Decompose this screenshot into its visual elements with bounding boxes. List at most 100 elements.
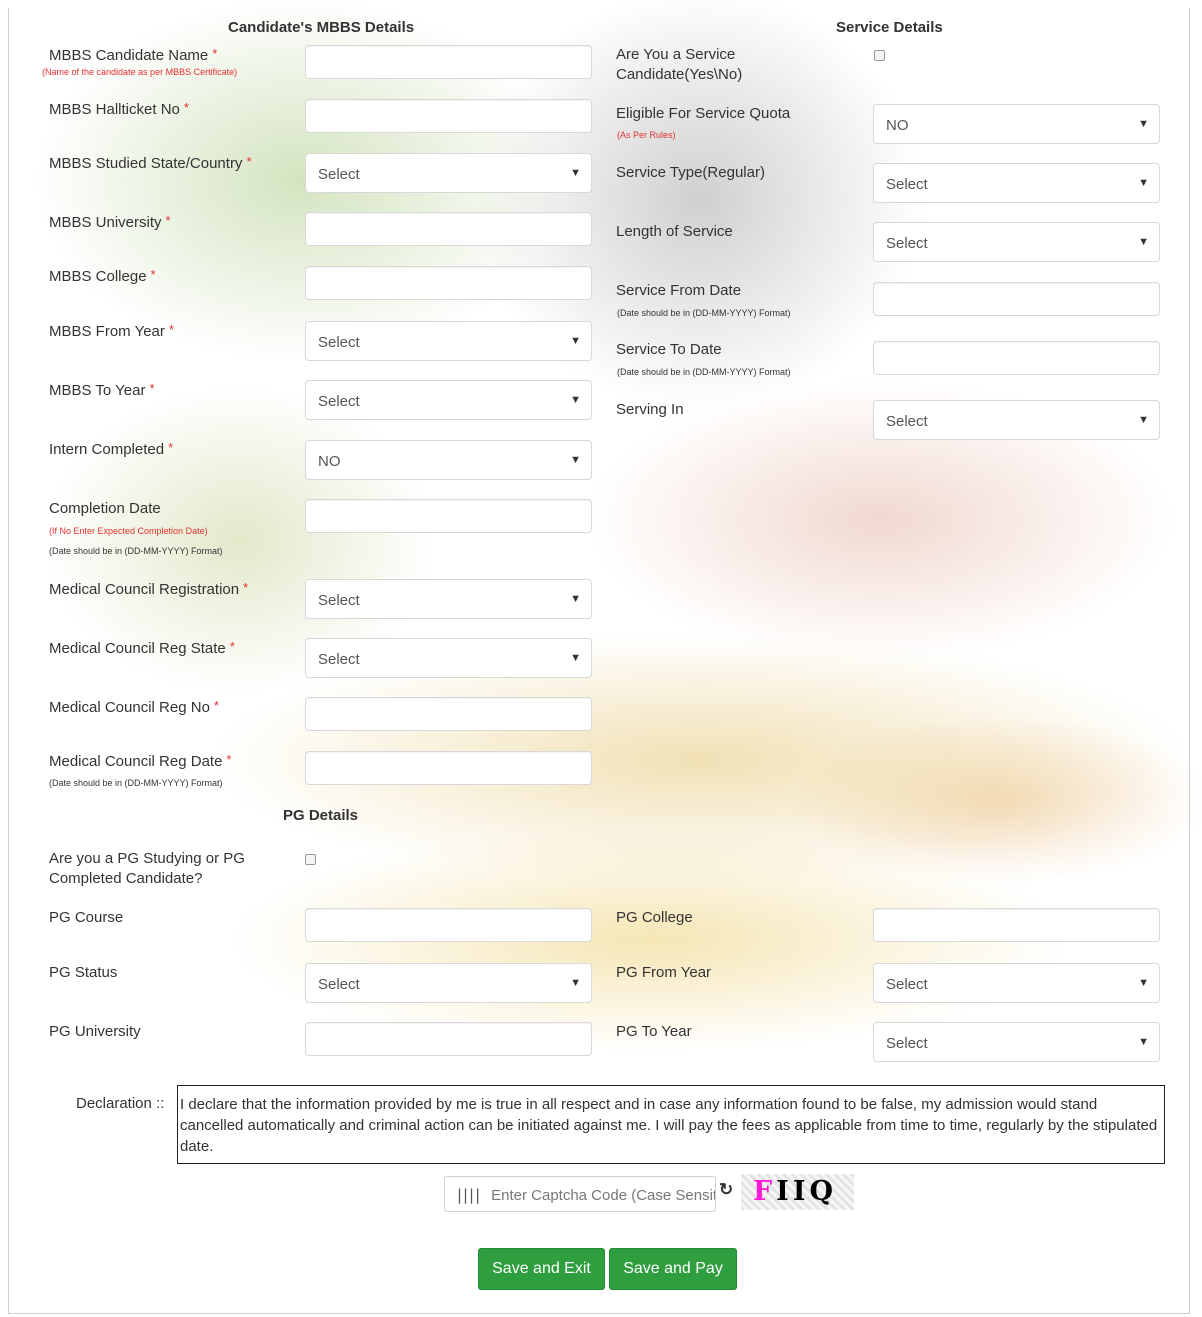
hallticket-input[interactable] [305,99,592,133]
service-to-date-input[interactable] [873,341,1160,375]
service-type-label: Service Type(Regular) [616,164,765,181]
is-service-label: Are You a Service Candidate(Yes\No) [616,45,742,85]
captcha-input[interactable]: |||| Enter Captcha Code (Case Sensitive) [444,1176,716,1212]
mc-registration-label: Medical Council Registration [49,581,240,598]
captcha-char: I [776,1176,793,1207]
declaration-label: Declaration :: [76,1095,165,1112]
from-year-label-group: MBBS From Year * [49,322,174,342]
to-year-label: MBBS To Year [49,382,146,399]
service-to-date-label: Service To Date [616,341,722,358]
captcha-image: FIIQ [741,1174,854,1210]
declaration-text: I declare that the information provided … [177,1085,1165,1164]
dropdown-arrow-icon: ▼ [570,593,581,605]
is-service-label-line1: Are You a Service [616,46,736,63]
required-mark: * [168,440,174,455]
mc-registration-select[interactable]: Select ▼ [305,579,592,619]
required-mark: * [213,698,219,713]
serving-in-select[interactable]: Select ▼ [873,400,1160,440]
mc-reg-no-input[interactable] [305,697,592,731]
studied-state-label-group: MBBS Studied State/Country * [49,154,252,174]
studied-state-label: MBBS Studied State/Country [49,155,243,172]
mc-reg-no-label-group: Medical Council Reg No * [49,698,219,718]
required-mark: * [165,213,171,228]
save-and-exit-button[interactable]: Save and Exit [478,1248,605,1290]
mc-reg-date-input[interactable] [305,751,592,785]
required-mark: * [243,580,249,595]
mc-reg-state-label: Medical Council Reg State [49,640,226,657]
pg-university-input[interactable] [305,1022,592,1056]
pg-section-title: PG Details [283,807,359,824]
dropdown-arrow-icon: ▼ [1138,118,1149,130]
dropdown-arrow-icon: ▼ [570,394,581,406]
mc-registration-label-group: Medical Council Registration * [49,580,248,600]
captcha-char: F [753,1176,777,1207]
pg-course-input[interactable] [305,908,592,942]
required-mark: * [246,154,252,169]
pg-university-label: PG University [49,1023,141,1040]
hallticket-label: MBBS Hallticket No [49,101,180,118]
to-year-select[interactable]: Select ▼ [305,380,592,420]
studied-state-select[interactable]: Select ▼ [305,153,592,193]
from-year-value: Select [318,334,360,351]
dropdown-arrow-icon: ▼ [570,977,581,989]
length-of-service-value: Select [886,235,928,252]
to-year-label-group: MBBS To Year * [49,381,155,401]
pg-to-year-label: PG To Year [616,1023,692,1040]
pg-status-value: Select [318,976,360,993]
mc-reg-date-format-note: (Date should be in (DD-MM-YYYY) Format) [49,778,223,788]
refresh-icon[interactable]: ↻ [719,1180,733,1200]
pg-from-year-select[interactable]: Select ▼ [873,963,1160,1003]
pg-status-select[interactable]: Select ▼ [305,963,592,1003]
serving-in-value: Select [886,413,928,430]
mc-reg-no-label: Medical Council Reg No [49,699,210,716]
intern-label-group: Intern Completed * [49,440,173,460]
intern-select[interactable]: NO ▼ [305,440,592,480]
service-section-title: Service Details [836,19,943,36]
pg-from-year-label: PG From Year [616,964,712,981]
mc-reg-state-select[interactable]: Select ▼ [305,638,592,678]
required-mark: * [150,267,156,282]
completion-date-input[interactable] [305,499,592,533]
service-type-value: Select [886,176,928,193]
hallticket-label-group: MBBS Hallticket No * [49,100,189,120]
captcha-char: I [792,1176,810,1207]
service-from-date-input[interactable] [873,282,1160,316]
save-and-pay-button[interactable]: Save and Pay [609,1248,737,1290]
college-label-group: MBBS College * [49,267,156,287]
college-input[interactable] [305,266,592,300]
service-from-date-note: (Date should be in (DD-MM-YYYY) Format) [617,308,791,318]
length-of-service-label: Length of Service [616,223,733,240]
mc-reg-date-label-group: Medical Council Reg Date * [49,752,231,772]
pg-to-year-select[interactable]: Select ▼ [873,1022,1160,1062]
mc-registration-value: Select [318,592,360,609]
eligible-quota-note: (As Per Rules) [617,130,676,140]
candidate-name-note: (Name of the candidate as per MBBS Certi… [42,67,238,77]
university-label-group: MBBS University * [49,213,171,233]
from-year-select[interactable]: Select ▼ [305,321,592,361]
required-mark: * [229,639,235,654]
candidate-name-input[interactable] [305,45,592,79]
completion-date-format-note: (Date should be in (DD-MM-YYYY) Format) [49,546,223,556]
pg-course-label: PG Course [49,909,124,926]
eligible-quota-select[interactable]: NO ▼ [873,104,1160,144]
intern-label: Intern Completed [49,441,165,458]
candidate-name-label: MBBS Candidate Name [49,47,209,64]
is-service-checkbox[interactable] [874,50,885,61]
service-type-select[interactable]: Select ▼ [873,163,1160,203]
pg-candidate-checkbox[interactable] [305,854,316,865]
required-mark: * [183,100,189,115]
dropdown-arrow-icon: ▼ [1138,177,1149,189]
captcha-char: Q [809,1176,837,1207]
dropdown-arrow-icon: ▼ [1138,977,1149,989]
eligible-quota-value: NO [886,117,909,134]
pg-question-label: Are you a PG Studying or PG Completed Ca… [49,849,245,889]
university-input[interactable] [305,212,592,246]
pg-question-line1: Are you a PG Studying or PG [49,850,245,867]
completion-date-note-red: (If No Enter Expected Completion Date) [49,526,208,536]
mbbs-section-title: Candidate's MBBS Details [228,19,415,36]
from-year-label: MBBS From Year [49,323,165,340]
eligible-quota-label: Eligible For Service Quota [616,105,791,122]
length-of-service-select[interactable]: Select ▼ [873,222,1160,262]
pg-college-input[interactable] [873,908,1160,942]
intern-value: NO [318,453,341,470]
